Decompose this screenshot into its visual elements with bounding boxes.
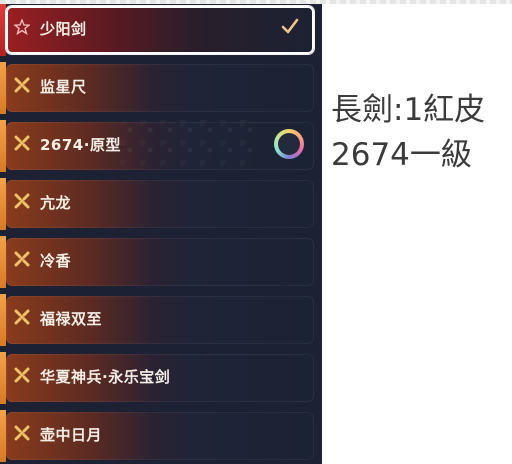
star-outline-icon — [14, 19, 30, 35]
annotation-line-1: 長劍:1紅皮 — [331, 92, 486, 128]
list-item[interactable]: 冷香 — [0, 236, 318, 288]
list-item[interactable]: 华夏神兵·永乐宝剑 — [0, 352, 318, 404]
list-item-label: 华夏神兵·永乐宝剑 — [40, 368, 171, 386]
list-item-label: 冷香 — [40, 252, 72, 270]
list-item-label: 少阳剑 — [40, 20, 87, 38]
x-cross-icon — [14, 309, 30, 325]
list-item-label: 2674·原型 — [40, 136, 121, 154]
x-cross-icon — [14, 425, 30, 441]
list-item-label: 福禄双至 — [40, 310, 103, 328]
list-item-label: 壶中日月 — [40, 426, 103, 444]
rainbow-ring-icon — [274, 129, 304, 159]
x-cross-icon — [14, 367, 30, 383]
x-cross-icon — [14, 77, 30, 93]
list-item[interactable]: 监星尺 — [0, 62, 318, 114]
x-cross-icon — [14, 135, 30, 151]
item-pattern — [120, 120, 260, 168]
annotation-note: 長劍:1紅皮 2674一級 — [331, 88, 512, 178]
list-item-label: 监星尺 — [40, 78, 87, 96]
list-item[interactable]: 福禄双至 — [0, 294, 318, 346]
annotation-line-2: 2674一級 — [331, 137, 472, 173]
skin-list-panel: 少阳剑 监星尺 2674·原型 亢龙 冷香 福禄双至 华夏神兵·永乐宝剑 壶中日… — [0, 4, 322, 464]
list-item[interactable]: 壶中日月 — [0, 410, 318, 462]
list-item[interactable]: 少阳剑 — [0, 4, 318, 56]
check-icon — [281, 18, 299, 34]
list-item[interactable]: 2674·原型 — [0, 120, 318, 172]
list-item-label: 亢龙 — [40, 194, 72, 212]
x-cross-icon — [14, 193, 30, 209]
x-cross-icon — [14, 251, 30, 267]
list-item[interactable]: 亢龙 — [0, 178, 318, 230]
